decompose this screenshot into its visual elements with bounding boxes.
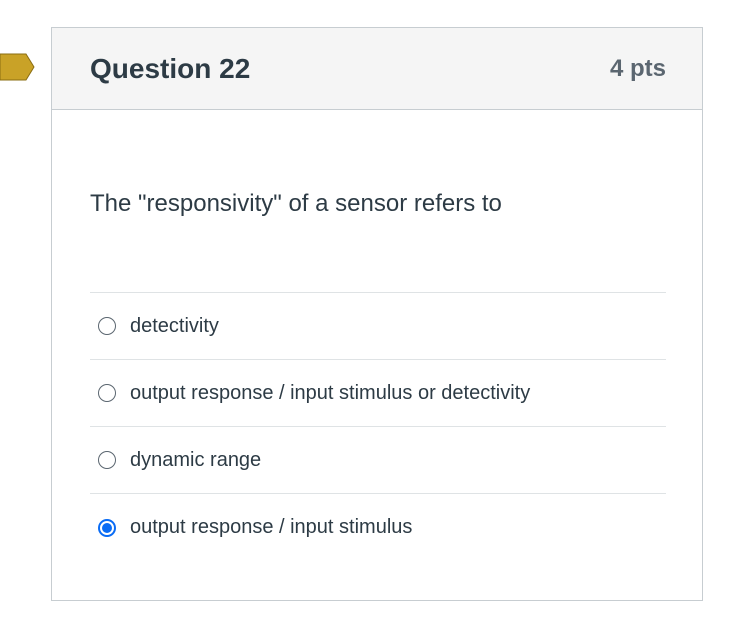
answer-option-output-response-or-detectivity[interactable]: output response / input stimulus or dete… (90, 360, 666, 427)
radio-button[interactable] (98, 317, 116, 335)
radio-button[interactable] (98, 384, 116, 402)
answer-list: detectivity output response / input stim… (90, 292, 666, 561)
question-card: Question 22 4 pts The "responsivity" of … (51, 27, 703, 601)
radio-button[interactable] (98, 451, 116, 469)
answer-label: output response / input stimulus (130, 516, 413, 538)
answer-option-detectivity[interactable]: detectivity (90, 293, 666, 360)
question-points: 4 pts (609, 54, 666, 82)
answer-option-dynamic-range[interactable]: dynamic range (90, 427, 666, 494)
answer-label: detectivity (130, 314, 219, 337)
radio-button-selected[interactable] (98, 518, 116, 537)
answer-label: dynamic range (130, 448, 262, 471)
answer-option-output-response[interactable]: output response / input stimulus (90, 494, 666, 561)
question-title: Question 22 (90, 52, 251, 84)
question-header: Question 22 4 pts (52, 28, 702, 110)
answer-label: output response / input stimulus or dete… (130, 381, 531, 404)
bookmark-flag-icon[interactable] (0, 53, 35, 81)
question-prompt: The "responsivity" of a sensor refers to (90, 190, 502, 217)
question-body: The "responsivity" of a sensor refers to… (52, 110, 702, 561)
